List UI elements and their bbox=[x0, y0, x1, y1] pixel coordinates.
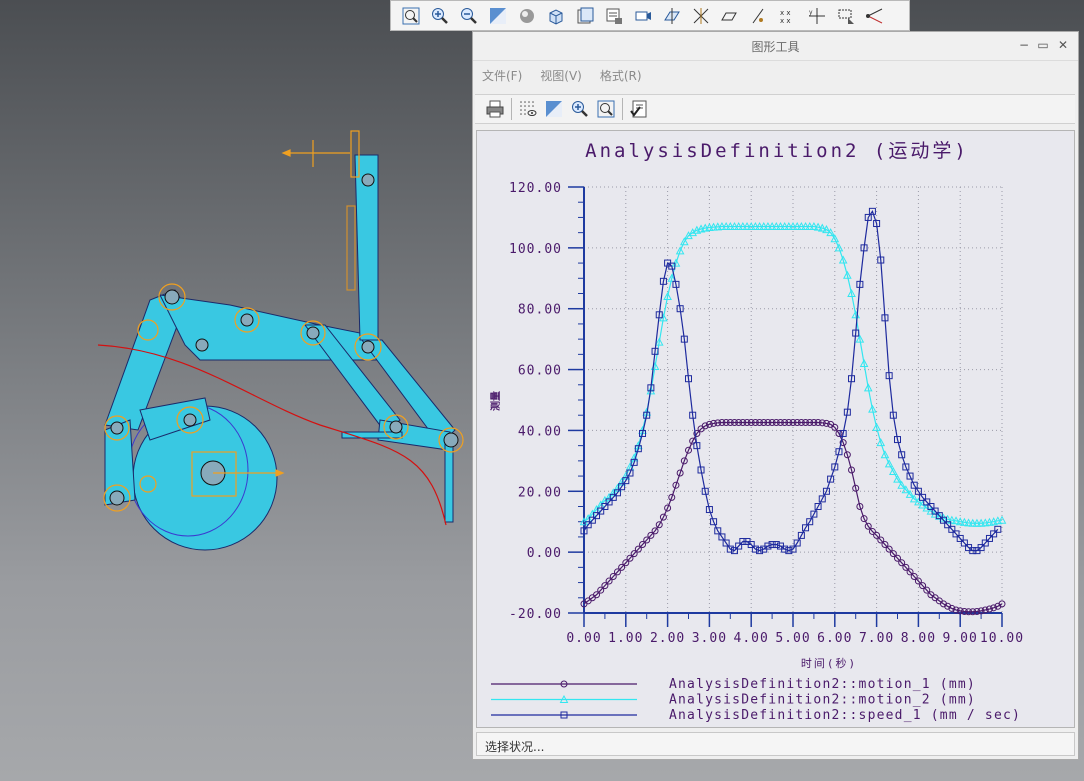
y-tick-label: 120.00 bbox=[509, 181, 562, 196]
chart-legend: AnalysisDefinition2::motion_1 (mm)Analys… bbox=[491, 677, 1021, 723]
y-tick-label: 100.00 bbox=[509, 242, 562, 257]
x-tick-label: 7.00 bbox=[859, 631, 894, 646]
plane-display-icon[interactable] bbox=[658, 4, 686, 28]
annotation-display-icon[interactable]: x xx x bbox=[774, 4, 802, 28]
x-tick-label: 3.00 bbox=[692, 631, 727, 646]
status-bar: 选择状况... bbox=[476, 732, 1075, 756]
series-2 bbox=[579, 222, 1007, 527]
minimize-icon[interactable]: − bbox=[1017, 38, 1031, 52]
window-title-bar[interactable]: 图形工具 − ▭ ✕ bbox=[473, 32, 1078, 61]
spin-center-icon[interactable]: y bbox=[803, 4, 831, 28]
zoom-out-icon[interactable] bbox=[455, 4, 483, 28]
x-tick-label: 0.00 bbox=[566, 631, 601, 646]
point-display-icon[interactable] bbox=[716, 4, 744, 28]
cad-model-viewport[interactable] bbox=[0, 0, 472, 781]
series-3 bbox=[580, 207, 1002, 555]
y-tick-label: 0.00 bbox=[527, 546, 562, 561]
refit-icon[interactable] bbox=[594, 97, 618, 121]
chart-axes: -20.00 0.00 20.00 40.00 60.00 80.00 100.00 120.… bbox=[509, 181, 1024, 646]
y-tick-label: -20.00 bbox=[509, 607, 562, 622]
svg-text:y: y bbox=[809, 9, 813, 16]
saved-views-icon[interactable] bbox=[571, 4, 599, 28]
svg-text:x x: x x bbox=[780, 9, 791, 17]
menu-format[interactable]: 格式(R) bbox=[600, 67, 642, 84]
camera-icon[interactable] bbox=[629, 4, 657, 28]
series-line bbox=[583, 210, 999, 552]
y-tick-label: 40.00 bbox=[518, 424, 562, 439]
shading-icon[interactable] bbox=[513, 4, 541, 28]
vertex-icon[interactable] bbox=[861, 4, 889, 28]
chart-title: AnalysisDefinition2 (运动学) bbox=[585, 140, 969, 162]
x-tick-label: 6.00 bbox=[817, 631, 852, 646]
view-cube-icon[interactable] bbox=[542, 4, 570, 28]
window-title: 图形工具 bbox=[751, 40, 800, 54]
x-axis-label: 时间(秒) bbox=[801, 656, 857, 670]
view-toolbar: x xx x y bbox=[390, 0, 910, 31]
legend-label: AnalysisDefinition2::speed_1 (mm / sec) bbox=[669, 708, 1021, 723]
menu-bar: 文件(F) 视图(V) 格式(R) bbox=[473, 62, 1078, 88]
csys-display-icon[interactable] bbox=[745, 4, 773, 28]
cut-icon[interactable] bbox=[832, 4, 860, 28]
close-icon[interactable]: ✕ bbox=[1056, 38, 1070, 52]
x-tick-label: 10.00 bbox=[980, 631, 1024, 646]
toolbar-separator bbox=[511, 98, 512, 120]
status-text: 选择状况... bbox=[485, 740, 545, 754]
grid-icon[interactable] bbox=[516, 97, 540, 121]
format-icon[interactable] bbox=[627, 97, 651, 121]
y-axis-label: 测量 bbox=[489, 391, 502, 411]
y-tick-label: 20.00 bbox=[518, 485, 562, 500]
repaint-icon[interactable] bbox=[484, 4, 512, 28]
graph-plot-area[interactable]: AnalysisDefinition2 (运动学) 测量 时间(秒) -20.0… bbox=[476, 130, 1075, 728]
zoom-in-icon[interactable] bbox=[568, 97, 592, 121]
cad-linkage-model bbox=[97, 130, 464, 551]
graph-toolbar bbox=[475, 94, 1075, 124]
x-tick-label: 9.00 bbox=[943, 631, 978, 646]
svg-text:x x: x x bbox=[780, 17, 791, 25]
kinematics-chart: AnalysisDefinition2 (运动学) 测量 时间(秒) -20.0… bbox=[489, 140, 1024, 723]
legend-label: AnalysisDefinition2::motion_1 (mm) bbox=[669, 677, 976, 692]
x-tick-label: 5.00 bbox=[775, 631, 810, 646]
x-tick-label: 1.00 bbox=[608, 631, 643, 646]
repaint-icon[interactable] bbox=[542, 97, 566, 121]
menu-view[interactable]: 视图(V) bbox=[540, 67, 582, 84]
zoom-in-icon[interactable] bbox=[426, 4, 454, 28]
y-tick-label: 80.00 bbox=[518, 303, 562, 318]
legend-label: AnalysisDefinition2::motion_2 (mm) bbox=[669, 693, 976, 708]
toolbar-separator bbox=[622, 98, 623, 120]
x-tick-label: 4.00 bbox=[734, 631, 769, 646]
maximize-icon[interactable]: ▭ bbox=[1036, 38, 1050, 52]
print-icon[interactable] bbox=[483, 97, 507, 121]
zoom-fit-icon[interactable] bbox=[397, 4, 425, 28]
menu-file[interactable]: 文件(F) bbox=[482, 67, 522, 84]
x-tick-label: 2.00 bbox=[650, 631, 685, 646]
layers-icon[interactable] bbox=[600, 4, 628, 28]
axis-display-icon[interactable] bbox=[687, 4, 715, 28]
x-tick-label: 8.00 bbox=[901, 631, 936, 646]
y-tick-label: 60.00 bbox=[518, 364, 562, 379]
graph-tool-window[interactable]: 图形工具 − ▭ ✕ 文件(F) 视图(V) 格式(R) AnalysisDef… bbox=[472, 31, 1079, 760]
